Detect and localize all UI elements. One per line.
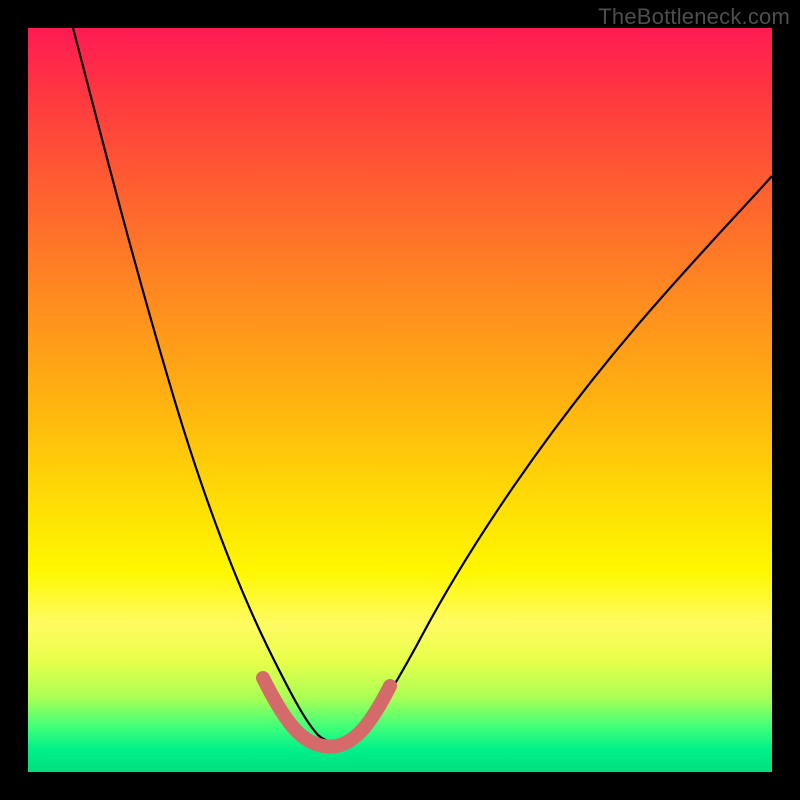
bottleneck-curve — [73, 28, 772, 743]
plot-area — [28, 28, 772, 772]
watermark-text: TheBottleneck.com — [598, 4, 790, 30]
curve-svg — [28, 28, 772, 772]
chart-frame: TheBottleneck.com — [0, 0, 800, 800]
trough-highlight — [263, 678, 390, 747]
